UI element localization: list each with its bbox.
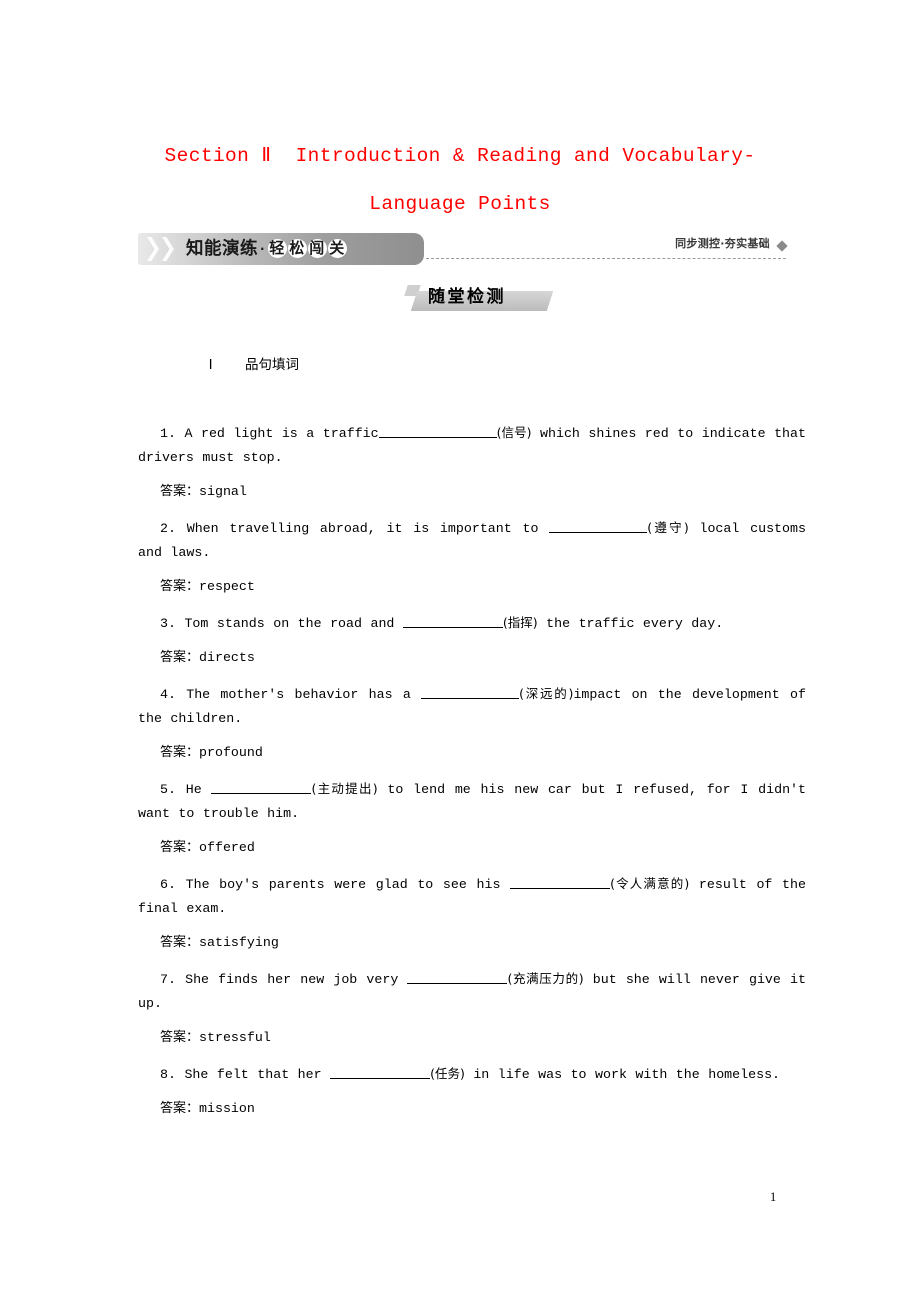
answer-prefix: 答案： bbox=[160, 484, 200, 499]
answer-line: 答案：offered bbox=[138, 836, 806, 860]
answer-prefix: 答案： bbox=[160, 579, 200, 594]
section-heading-label: 品句填词 bbox=[245, 357, 299, 373]
question-stem-after: in life was to work with the homeless. bbox=[464, 1067, 781, 1082]
answer-prefix: 答案： bbox=[160, 1101, 200, 1116]
question-block: 6. The boy's parents were glad to see hi… bbox=[138, 872, 806, 955]
question-stem-before: A red light is a traffic bbox=[175, 426, 379, 441]
banner-label-dot: · bbox=[260, 242, 266, 256]
page-number: 1 bbox=[770, 1190, 777, 1204]
question-block: 2. When travelling abroad, it is importa… bbox=[138, 516, 806, 599]
question-hint: (主动提出) bbox=[311, 781, 378, 796]
answer-value: mission bbox=[199, 1101, 255, 1116]
answer-blank[interactable] bbox=[421, 685, 520, 699]
question-block: 1. A red light is a traffic (信号) which sh… bbox=[138, 421, 806, 504]
answer-value: signal bbox=[199, 484, 247, 499]
answer-value: directs bbox=[199, 650, 255, 665]
question-hint: (充满压力的) bbox=[507, 971, 584, 986]
question-text: 8. She felt that her (任务) in life was to… bbox=[138, 1062, 806, 1087]
question-text: 1. A red light is a traffic (信号) which sh… bbox=[138, 421, 806, 470]
question-block: 5. He (主动提出) to lend me his new car but … bbox=[138, 777, 806, 860]
answer-line: 答案：mission bbox=[138, 1097, 806, 1121]
question-text: 4. The mother's behavior has a (深远的)impa… bbox=[138, 682, 806, 731]
question-block: 8. She felt that her (任务) in life was to… bbox=[138, 1062, 806, 1121]
question-stem-before: The boy's parents were glad to see his bbox=[175, 877, 511, 892]
question-text: 2. When travelling abroad, it is importa… bbox=[138, 516, 806, 565]
answer-blank[interactable] bbox=[407, 970, 508, 984]
answer-blank[interactable] bbox=[510, 875, 611, 889]
question-hint: (深远的) bbox=[519, 686, 574, 701]
subsection-banner: 随堂检测 bbox=[404, 285, 554, 312]
answer-prefix: 答案： bbox=[160, 650, 200, 665]
question-stem-before: He bbox=[175, 782, 212, 797]
question-text: 6. The boy's parents were glad to see hi… bbox=[138, 872, 806, 921]
banner-circled-char: 轻 bbox=[267, 239, 287, 258]
section-banner: 知能演练 · 轻松闯关 同步测控·夯实基础 bbox=[138, 233, 788, 269]
banner-dashed-rule bbox=[426, 258, 786, 259]
page-title: Section Ⅱ Introduction & Reading and Voc… bbox=[164, 145, 756, 215]
answer-value: respect bbox=[199, 579, 255, 594]
answer-line: 答案：directs bbox=[138, 646, 806, 670]
question-block: 4. The mother's behavior has a (深远的)impa… bbox=[138, 682, 806, 765]
answer-blank[interactable] bbox=[378, 424, 497, 438]
question-stem-before: Tom stands on the road and bbox=[175, 616, 403, 631]
answer-prefix: 答案： bbox=[160, 935, 200, 950]
question-stem-before: When travelling abroad, it is important … bbox=[175, 521, 550, 536]
question-number: 1. bbox=[160, 426, 176, 441]
banner-right-label: 同步测控·夯实基础 bbox=[675, 237, 770, 250]
answer-blank[interactable] bbox=[402, 614, 503, 628]
diamond-icon bbox=[776, 240, 788, 252]
answer-blank[interactable] bbox=[549, 519, 648, 533]
question-hint: (令人满意的) bbox=[610, 876, 690, 891]
question-list: 1. A red light is a traffic (信号) which sh… bbox=[138, 421, 806, 1121]
answer-line: 答案：profound bbox=[138, 741, 806, 765]
question-hint: (信号) bbox=[496, 425, 532, 440]
answer-value: offered bbox=[199, 840, 255, 855]
question-number: 4. bbox=[160, 687, 176, 702]
answer-value: profound bbox=[199, 745, 263, 760]
question-number: 8. bbox=[160, 1067, 176, 1082]
question-stem-before: She finds her new job very bbox=[175, 972, 408, 987]
answer-prefix: 答案： bbox=[160, 745, 200, 760]
question-stem-before: The mother's behavior has a bbox=[175, 687, 422, 702]
answer-blank[interactable] bbox=[211, 780, 312, 794]
answer-blank[interactable] bbox=[330, 1065, 431, 1079]
answer-line: 答案：satisfying bbox=[138, 931, 806, 955]
banner-circled-char: 松 bbox=[287, 239, 307, 258]
answer-line: 答案：stressful bbox=[138, 1026, 806, 1050]
question-number: 5. bbox=[160, 782, 176, 797]
question-number: 6. bbox=[160, 877, 176, 892]
question-number: 7. bbox=[160, 972, 176, 987]
subbanner-label: 随堂检测 bbox=[428, 287, 506, 307]
banner-circled-char: 关 bbox=[327, 239, 347, 258]
banner-label-part1: 知能演练 bbox=[186, 239, 258, 259]
question-number: 3. bbox=[160, 616, 176, 631]
banner-circled-char: 闯 bbox=[307, 239, 327, 258]
exercise-content: Ⅰ 品句填词 1. A red light is a traffic (信号) w… bbox=[138, 322, 806, 1133]
document-page: Section Ⅱ Introduction & Reading and Voc… bbox=[0, 0, 920, 1302]
question-block: 7. She finds her new job very (充满压力的) bu… bbox=[138, 967, 806, 1050]
question-hint: (遵守) bbox=[647, 520, 689, 535]
exercise-section-heading: Ⅰ 品句填词 bbox=[138, 322, 806, 410]
question-number: 2. bbox=[160, 521, 176, 536]
banner-left-label: 知能演练 · 轻松闯关 bbox=[186, 236, 347, 262]
answer-prefix: 答案： bbox=[160, 840, 200, 855]
chevron-right-icon bbox=[162, 237, 174, 261]
question-text: 5. He (主动提出) to lend me his new car but … bbox=[138, 777, 806, 826]
question-block: 3. Tom stands on the road and (指挥) the t… bbox=[138, 611, 806, 670]
chevron-right-icon bbox=[147, 237, 159, 261]
answer-line: 答案：respect bbox=[138, 575, 806, 599]
answer-value: satisfying bbox=[199, 935, 279, 950]
answer-prefix: 答案： bbox=[160, 1030, 200, 1045]
question-stem-before: She felt that her bbox=[175, 1067, 331, 1082]
answer-line: 答案：signal bbox=[138, 480, 806, 504]
question-text: 7. She finds her new job very (充满压力的) bu… bbox=[138, 967, 806, 1016]
question-hint: (任务) bbox=[430, 1066, 465, 1081]
question-stem-after: the traffic every day. bbox=[537, 616, 724, 631]
question-text: 3. Tom stands on the road and (指挥) the t… bbox=[138, 611, 806, 636]
question-hint: (指挥) bbox=[502, 615, 538, 630]
answer-value: stressful bbox=[199, 1030, 271, 1045]
